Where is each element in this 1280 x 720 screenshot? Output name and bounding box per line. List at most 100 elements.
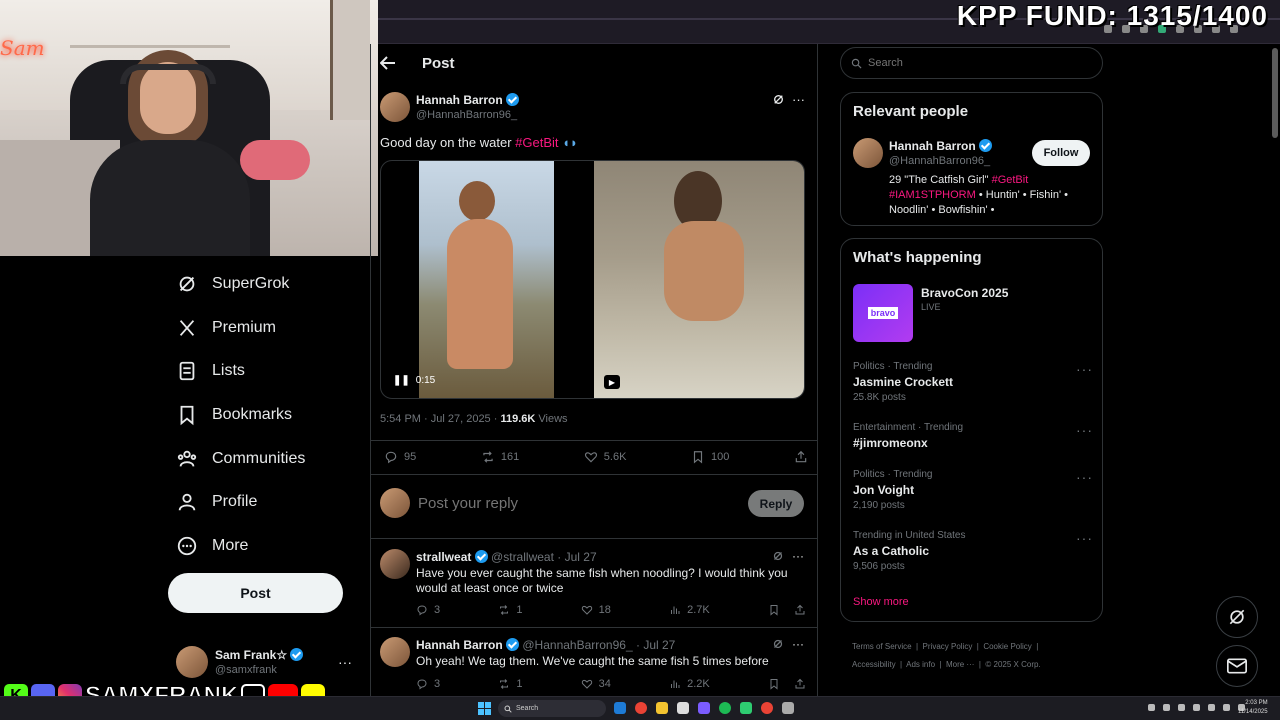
share-icon	[795, 450, 807, 463]
reply-action[interactable]: 95	[384, 450, 416, 464]
reply-author-avatar[interactable]	[380, 549, 410, 579]
bookmark-icon[interactable]	[768, 604, 780, 616]
bio-hashtag[interactable]: #GetBit	[992, 174, 1029, 186]
relevant-name[interactable]: Hannah Barron	[889, 139, 993, 153]
show-more-link[interactable]: Show more	[853, 596, 909, 608]
obs-icon[interactable]	[740, 702, 752, 714]
reply-author-avatar[interactable]	[380, 637, 410, 667]
video-thumbnail[interactable]	[419, 161, 554, 398]
chrome-alt-icon[interactable]	[761, 702, 773, 714]
reply-more-icon[interactable]: ···	[792, 637, 804, 651]
tweet-more-icon[interactable]: ···	[792, 92, 805, 107]
nav-item-profile[interactable]: Profile	[176, 482, 257, 522]
reply-icon	[385, 451, 397, 464]
store-icon[interactable]	[677, 702, 689, 714]
reply-date[interactable]: · Jul 27	[636, 638, 675, 652]
bravocon-logo[interactable]: bravo	[853, 284, 913, 342]
tweet-handle[interactable]: @HannahBarron96_	[416, 109, 517, 121]
scrollbar-thumb[interactable]	[1272, 48, 1278, 138]
nav-item-premium[interactable]: Premium	[176, 308, 276, 348]
reply-handle[interactable]: @strallweat	[491, 550, 554, 564]
settings-icon[interactable]	[782, 702, 794, 714]
tweet-avatar[interactable]	[380, 92, 410, 122]
spotify-icon[interactable]	[719, 702, 731, 714]
grok-icon[interactable]	[772, 638, 784, 650]
trend-item[interactable]: Politics · Trending Jasmine Crockett 25.…	[853, 361, 1093, 403]
footer-link[interactable]: Accessibility	[852, 660, 896, 669]
trend-more-icon[interactable]: ···	[1076, 422, 1093, 438]
pause-icon[interactable]: ❚❚	[393, 375, 410, 386]
footer-link[interactable]: Privacy Policy	[923, 642, 973, 651]
grok-icon[interactable]	[772, 93, 785, 106]
play-icon[interactable]: ▶	[604, 375, 620, 389]
share-icon[interactable]	[794, 678, 806, 690]
like-action[interactable]: 5.6K	[584, 450, 626, 464]
follow-button[interactable]: Follow	[1032, 140, 1090, 166]
chrome-icon[interactable]	[635, 702, 647, 714]
trend-more-icon[interactable]: ···	[1076, 361, 1093, 377]
trend-item[interactable]: Politics · Trending Jon Voight 2,190 pos…	[853, 469, 1093, 511]
reply-author[interactable]: strallweat	[416, 550, 471, 564]
bookmark-icon[interactable]	[768, 678, 780, 690]
tweet-author[interactable]: Hannah Barron	[416, 93, 520, 107]
repost-action[interactable]: 1	[498, 604, 522, 616]
footer-link[interactable]: Ads info	[906, 660, 935, 669]
relevant-handle[interactable]: @HannahBarron96_	[889, 155, 990, 167]
views-action[interactable]: 2.2K	[669, 678, 710, 690]
reply-handle[interactable]: @HannahBarron96_	[522, 638, 632, 652]
repost-action[interactable]: 161	[481, 450, 519, 464]
windows-start-icon[interactable]	[478, 702, 491, 715]
trend-more-icon[interactable]: ···	[1076, 469, 1093, 485]
search-box[interactable]	[840, 47, 1103, 79]
grok-icon[interactable]	[772, 550, 784, 562]
account-avatar[interactable]	[176, 646, 208, 678]
discord-taskbar-icon[interactable]	[698, 702, 710, 714]
footer-link[interactable]: Terms of Service	[852, 642, 912, 651]
share-action[interactable]	[794, 450, 808, 464]
hashtag-link[interactable]: #GetBit	[515, 135, 558, 150]
reply-input[interactable]	[418, 492, 718, 514]
photo-thumbnail[interactable]	[594, 161, 804, 398]
footer-link[interactable]: More ···	[946, 660, 974, 669]
trend-more-icon[interactable]: ···	[1076, 530, 1093, 546]
reply-action[interactable]: 3	[416, 678, 440, 690]
grok-floating-button[interactable]	[1216, 596, 1258, 638]
tweet-media[interactable]: ❚❚ 0:15 ▶	[380, 160, 805, 399]
nav-item-more[interactable]: More	[176, 526, 248, 566]
reply-date[interactable]: · Jul 27	[557, 550, 596, 564]
taskbar-clock[interactable]: 2:03 PM 11/14/2025	[1238, 699, 1268, 717]
messages-floating-button[interactable]	[1216, 645, 1258, 687]
share-icon[interactable]	[794, 604, 806, 616]
search-input[interactable]	[868, 57, 1088, 69]
taskbar-search[interactable]: Search	[498, 700, 606, 717]
reply-button[interactable]: Reply	[748, 490, 804, 517]
bio-hashtag[interactable]: #IAM1STPHORM	[889, 189, 976, 201]
like-action[interactable]: 34	[581, 678, 611, 690]
video-controls[interactable]: ❚❚ 0:15	[393, 375, 435, 386]
trend-item[interactable]: Trending in United States As a Catholic …	[853, 530, 1093, 572]
reply-more-icon[interactable]: ···	[792, 549, 804, 563]
live-event-name[interactable]: BravoCon 2025	[921, 286, 1008, 300]
bookmark-action[interactable]: 100	[691, 450, 729, 464]
system-tray[interactable]	[1148, 704, 1245, 711]
search-icon	[851, 58, 862, 68]
back-arrow-icon[interactable]	[380, 56, 396, 70]
repost-action[interactable]: 1	[498, 678, 522, 690]
nav-item-bookmarks[interactable]: Bookmarks	[176, 395, 292, 435]
account-name[interactable]: Sam Frank☆	[215, 648, 304, 662]
edge-icon[interactable]	[614, 702, 626, 714]
trend-item[interactable]: Entertainment · Trending #jimromeonx ···	[853, 422, 1093, 450]
footer-link[interactable]: Cookie Policy	[983, 642, 1031, 651]
nav-item-supergrok[interactable]: SuperGrok	[176, 264, 289, 304]
nav-item-lists[interactable]: Lists	[176, 351, 245, 391]
reply-action[interactable]: 3	[416, 604, 440, 616]
account-menu-icon[interactable]: ···	[338, 654, 352, 670]
reply-author[interactable]: Hannah Barron	[416, 638, 503, 652]
divider	[370, 474, 818, 475]
views-action[interactable]: 2.7K	[669, 604, 710, 616]
relevant-avatar[interactable]	[853, 138, 883, 168]
nav-item-communities[interactable]: Communities	[176, 439, 305, 479]
file-explorer-icon[interactable]	[656, 702, 668, 714]
post-button[interactable]: Post	[168, 573, 343, 613]
like-action[interactable]: 18	[581, 604, 611, 616]
